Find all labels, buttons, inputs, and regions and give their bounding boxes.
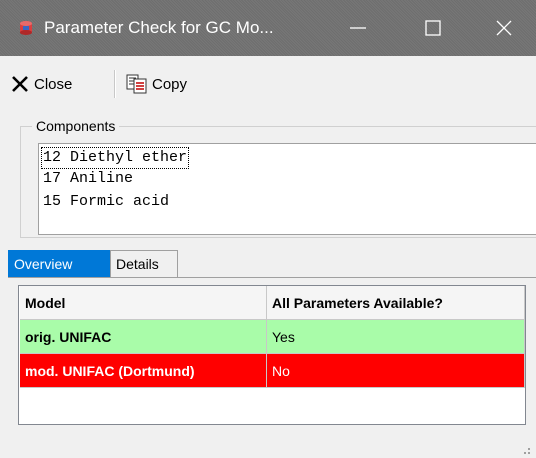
close-icon bbox=[496, 20, 512, 36]
close-button[interactable]: Close bbox=[10, 72, 72, 96]
table-row[interactable]: mod. UNIFAC (Dortmund) No bbox=[20, 354, 525, 388]
resize-grip-icon[interactable] bbox=[520, 444, 530, 454]
window-close-button[interactable] bbox=[476, 8, 536, 48]
column-header-availability[interactable]: All Parameters Available? bbox=[267, 286, 525, 320]
table-row[interactable]: orig. UNIFAC Yes bbox=[20, 320, 525, 354]
tab-overview[interactable]: Overview bbox=[8, 250, 110, 278]
status-bar bbox=[0, 435, 536, 458]
minimize-icon bbox=[350, 27, 366, 29]
parameter-table: Model All Parameters Available? orig. UN… bbox=[18, 285, 526, 425]
maximize-icon bbox=[425, 20, 441, 36]
maximize-button[interactable] bbox=[405, 8, 465, 48]
copy-icon bbox=[126, 74, 147, 94]
component-item[interactable]: 12 Diethyl ether bbox=[40, 147, 190, 169]
components-group-title: Components bbox=[32, 118, 120, 134]
component-item[interactable]: 15 Formic acid bbox=[42, 192, 170, 212]
x-icon bbox=[12, 76, 28, 92]
toolbar: Close Copy bbox=[0, 56, 536, 114]
component-item[interactable]: 17 Aniline bbox=[42, 169, 134, 189]
close-label: Close bbox=[34, 75, 73, 93]
minimize-button[interactable] bbox=[330, 8, 390, 48]
app-icon bbox=[18, 20, 34, 36]
table-header-row: Model All Parameters Available? bbox=[20, 286, 525, 320]
components-list[interactable]: 12 Diethyl ether 17 Aniline 15 Formic ac… bbox=[38, 143, 536, 235]
availability-cell[interactable]: Yes bbox=[267, 320, 525, 354]
model-cell[interactable]: mod. UNIFAC (Dortmund) bbox=[20, 354, 267, 388]
copy-label: Copy bbox=[152, 75, 188, 93]
availability-cell[interactable]: No bbox=[267, 354, 525, 388]
tab-details[interactable]: Details bbox=[110, 250, 178, 278]
window-title: Parameter Check for GC Mo... bbox=[44, 18, 274, 37]
copy-button[interactable]: Copy bbox=[126, 72, 187, 96]
toolbar-separator bbox=[114, 70, 116, 98]
column-header-model[interactable]: Model bbox=[20, 286, 267, 320]
model-cell[interactable]: orig. UNIFAC bbox=[20, 320, 267, 354]
title-bar: Parameter Check for GC Mo... bbox=[0, 0, 536, 56]
